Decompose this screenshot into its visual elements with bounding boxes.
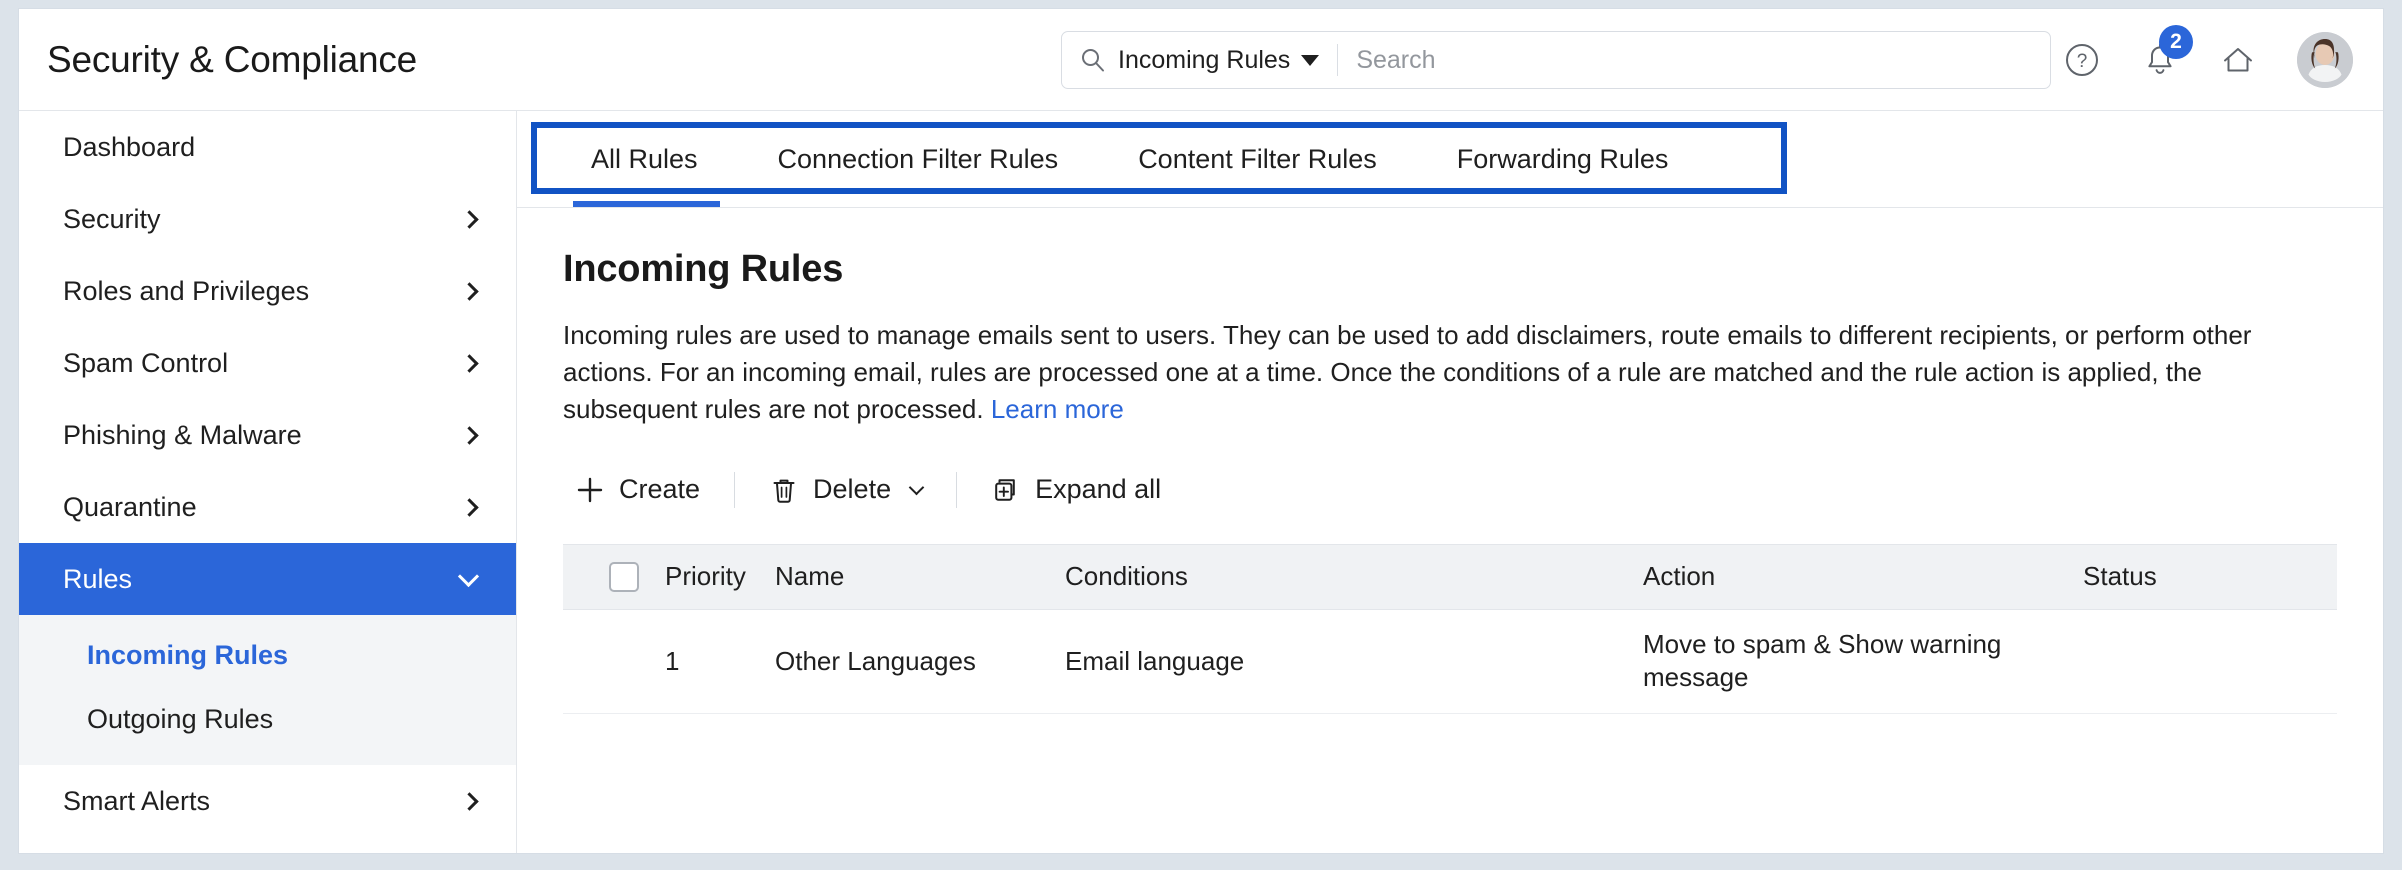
search-input[interactable] — [1356, 46, 2032, 75]
table-row[interactable]: 1 Other Languages Email language Move to… — [563, 610, 2337, 714]
search-scope-label: Incoming Rules — [1118, 46, 1290, 75]
column-header-name[interactable]: Name — [775, 561, 1065, 592]
chevron-right-icon — [460, 354, 478, 372]
sidebar-subitem-label: Outgoing Rules — [87, 704, 273, 735]
cell-conditions: Email language — [1065, 645, 1643, 678]
sidebar-item-spam-control[interactable]: Spam Control — [19, 327, 516, 399]
sidebar-item-label: Roles and Privileges — [63, 276, 309, 307]
create-button[interactable]: Create — [563, 474, 712, 505]
toggle-knob — [2087, 665, 2117, 695]
sidebar-item-label: Dashboard — [63, 132, 195, 163]
column-header-priority[interactable]: Priority — [665, 561, 775, 592]
chevron-right-icon — [460, 210, 478, 228]
tab-label: Forwarding Rules — [1457, 144, 1669, 175]
search-scope-dropdown[interactable]: Incoming Rules — [1118, 46, 1319, 75]
content-area: Incoming Rules Incoming rules are used t… — [517, 208, 2383, 714]
chevron-right-icon — [460, 282, 478, 300]
sidebar-item-label: Security — [63, 204, 161, 235]
home-icon[interactable] — [2219, 41, 2257, 79]
delete-button-label: Delete — [813, 474, 891, 505]
chevron-down-icon — [909, 479, 925, 495]
tab-label: Content Filter Rules — [1138, 144, 1377, 175]
toolbar-divider — [956, 472, 957, 508]
trash-icon — [769, 475, 799, 505]
tab-bar: All Rules Connection Filter Rules Conten… — [517, 111, 2383, 208]
section-title: Incoming Rules — [563, 248, 2337, 291]
learn-more-link[interactable]: Learn more — [991, 394, 1124, 424]
sidebar-item-label: Quarantine — [63, 492, 197, 523]
sidebar-item-outgoing-rules[interactable]: Outgoing Rules — [19, 687, 516, 751]
sidebar-item-dashboard[interactable]: Dashboard — [19, 111, 516, 183]
search-icon — [1080, 47, 1106, 73]
chevron-right-icon — [460, 426, 478, 444]
help-circle-icon[interactable]: ? — [2063, 41, 2101, 79]
sidebar-item-rules[interactable]: Rules — [19, 543, 516, 615]
column-header-action[interactable]: Action — [1643, 561, 2083, 592]
sidebar-submenu-rules: Incoming Rules Outgoing Rules — [19, 615, 516, 765]
tab-label: All Rules — [591, 144, 698, 175]
app-window: Security & Compliance Incoming Rules ? — [18, 8, 2384, 854]
column-header-status[interactable]: Status — [2083, 561, 2337, 592]
cell-action: Move to spam & Show warning message — [1643, 628, 2083, 695]
chevron-down-icon — [1301, 55, 1319, 66]
column-header-conditions[interactable]: Conditions — [1065, 561, 1643, 592]
expand-all-icon — [991, 475, 1021, 505]
notification-badge: 2 — [2159, 25, 2193, 59]
sidebar-item-label: Smart Alerts — [63, 786, 210, 817]
cell-name: Other Languages — [775, 645, 1065, 678]
chevron-right-icon — [460, 792, 478, 810]
main-content: All Rules Connection Filter Rules Conten… — [517, 111, 2383, 853]
tab-forwarding-rules[interactable]: Forwarding Rules — [1417, 111, 1709, 207]
tab-content-filter-rules[interactable]: Content Filter Rules — [1098, 111, 1417, 207]
create-button-label: Create — [619, 474, 700, 505]
chevron-right-icon — [460, 498, 478, 516]
tab-connection-filter-rules[interactable]: Connection Filter Rules — [738, 111, 1099, 207]
toolbar: Create Delet — [563, 462, 2337, 518]
sidebar: Dashboard Security Roles and Privileges … — [19, 111, 517, 853]
sidebar-item-quarantine[interactable]: Quarantine — [19, 471, 516, 543]
body: Dashboard Security Roles and Privileges … — [19, 111, 2383, 853]
cell-priority: 1 — [665, 646, 775, 677]
plus-icon — [575, 475, 605, 505]
sidebar-item-security[interactable]: Security — [19, 183, 516, 255]
chevron-down-icon — [458, 565, 479, 586]
select-all-cell — [609, 562, 665, 592]
table-header-row: Priority Name Conditions Action Status — [563, 544, 2337, 610]
expand-all-button[interactable]: Expand all — [979, 474, 1173, 505]
select-all-checkbox[interactable] — [609, 562, 639, 592]
search-bar[interactable]: Incoming Rules — [1061, 31, 2051, 89]
expand-all-label: Expand all — [1035, 474, 1161, 505]
notifications-button[interactable]: 2 — [2141, 41, 2179, 79]
tab-label: Connection Filter Rules — [778, 144, 1059, 175]
description-text: Incoming rules are used to manage emails… — [563, 320, 2251, 424]
sidebar-item-label: Rules — [63, 564, 132, 595]
top-header: Security & Compliance Incoming Rules ? — [19, 9, 2383, 111]
svg-text:?: ? — [2077, 51, 2088, 72]
sidebar-item-label: Spam Control — [63, 348, 228, 379]
sidebar-item-label: Phishing & Malware — [63, 420, 302, 451]
user-avatar[interactable] — [2297, 32, 2353, 88]
sidebar-item-phishing-and-malware[interactable]: Phishing & Malware — [19, 399, 516, 471]
section-description: Incoming rules are used to manage emails… — [563, 317, 2337, 428]
header-icon-group: ? 2 — [2063, 9, 2353, 111]
rules-table: Priority Name Conditions Action Status 1… — [563, 544, 2337, 714]
sidebar-item-incoming-rules[interactable]: Incoming Rules — [19, 623, 516, 687]
toolbar-divider — [734, 472, 735, 508]
delete-button[interactable]: Delete — [757, 474, 934, 505]
sidebar-subitem-label: Incoming Rules — [87, 640, 288, 671]
sidebar-item-smart-alerts[interactable]: Smart Alerts — [19, 765, 516, 837]
page-title: Security & Compliance — [47, 39, 417, 81]
tab-all-rules[interactable]: All Rules — [555, 111, 738, 207]
sidebar-item-roles-and-privileges[interactable]: Roles and Privileges — [19, 255, 516, 327]
divider — [1337, 44, 1338, 76]
